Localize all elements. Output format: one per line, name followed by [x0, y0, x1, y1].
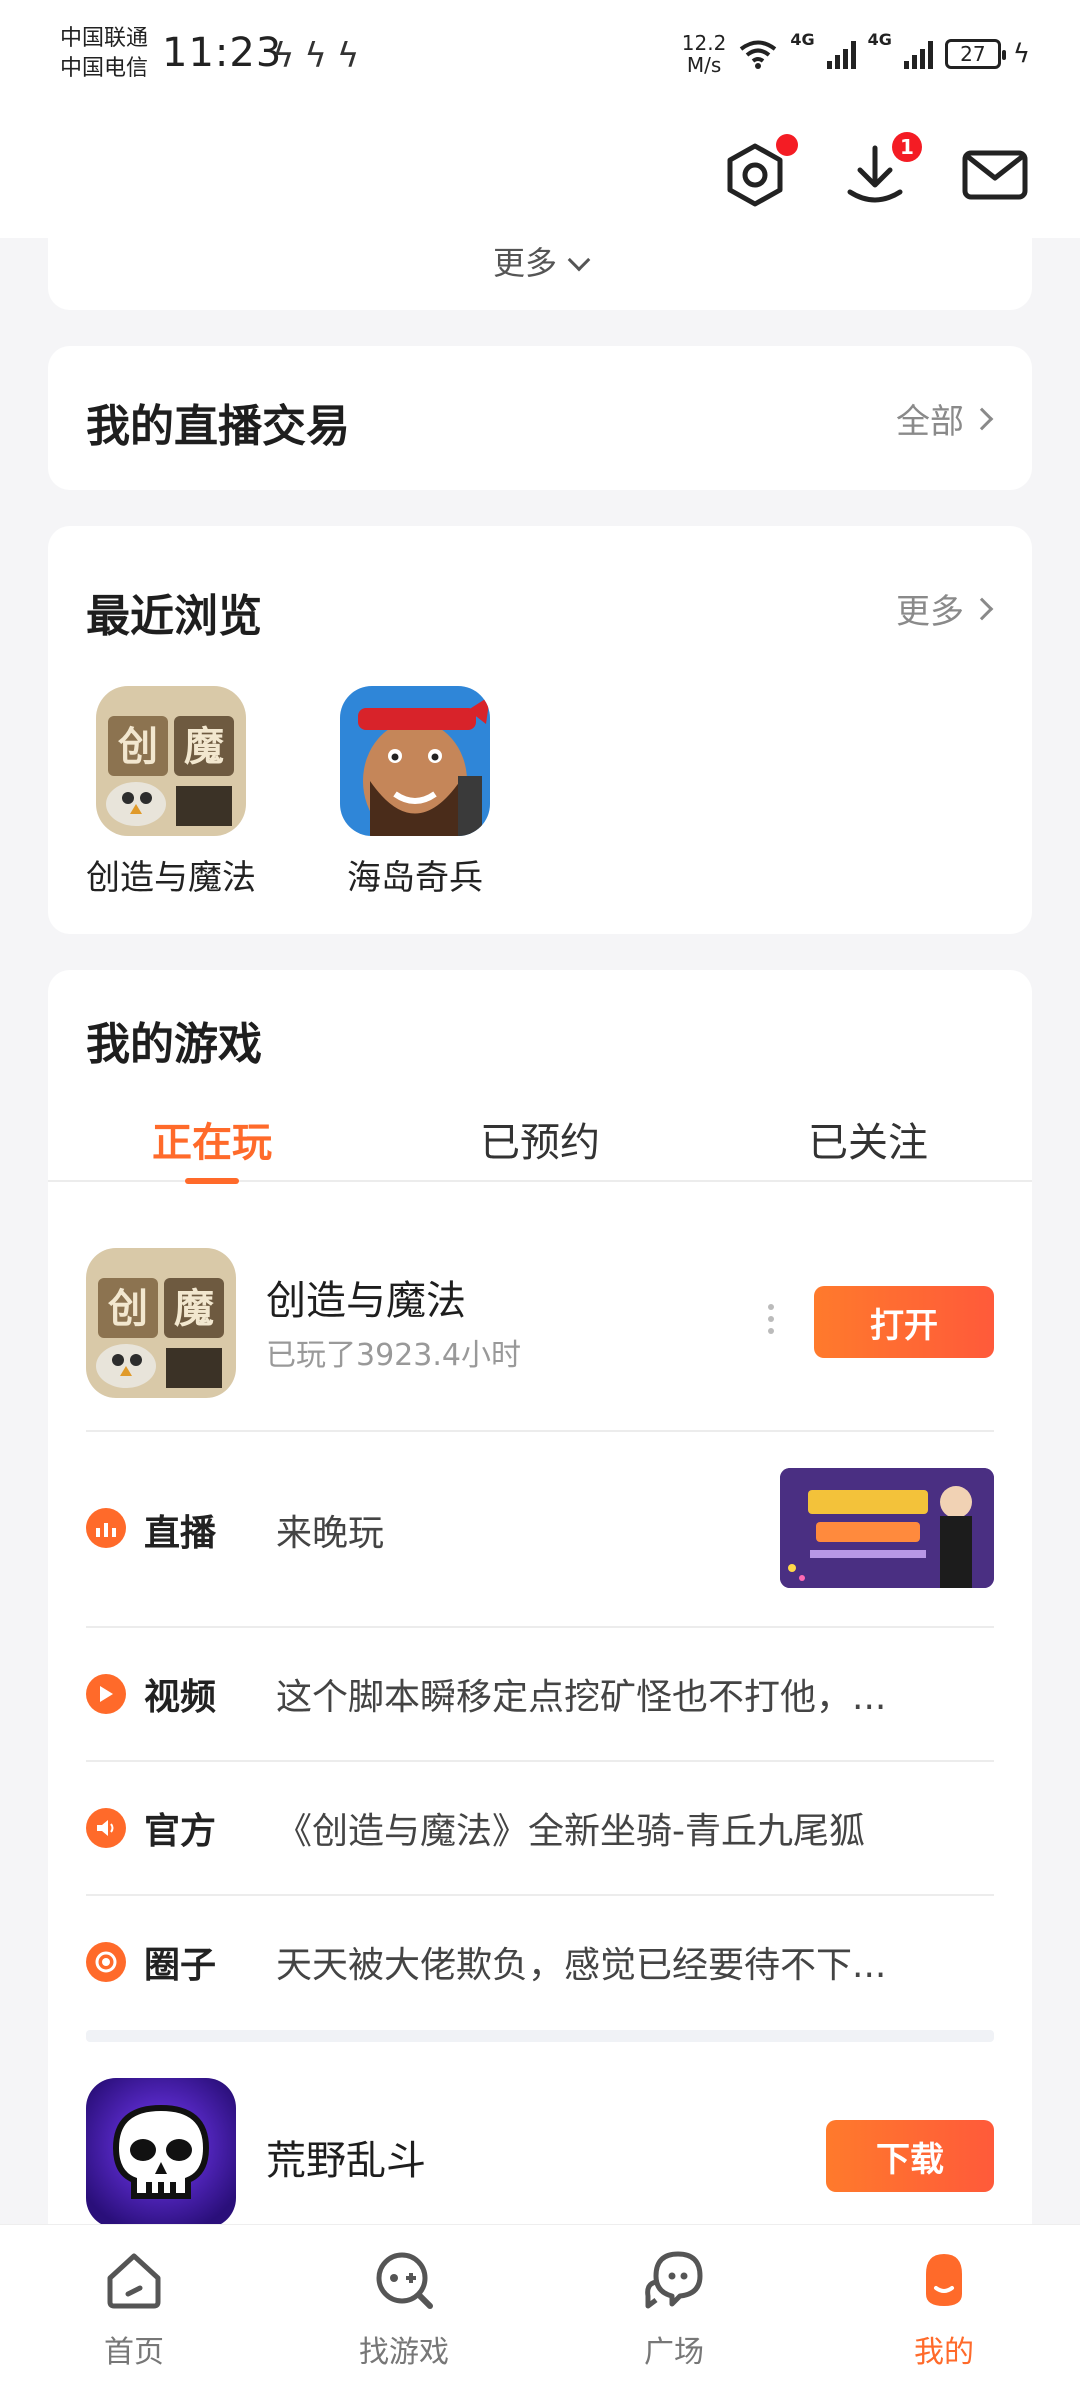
- recent-game-name: 海岛奇兵: [347, 858, 483, 898]
- status-bar: 中国联通 中国电信 11:23 ϟϟϟ 12.2 M/s 4G 4G 27 ϟ: [0, 0, 1080, 110]
- live-trade-all-label: 全部: [896, 402, 964, 442]
- settings-notification-dot: [776, 134, 798, 156]
- recent-game-name: 创造与魔法: [86, 858, 256, 898]
- tab-following[interactable]: 已关注: [704, 1110, 1032, 1168]
- download-game-button[interactable]: 下载: [826, 2120, 994, 2192]
- recent-game-item[interactable]: 创 魔 创造与魔法: [76, 686, 266, 899]
- chevron-right-icon: [970, 597, 994, 620]
- notification-bolt-icons: ϟϟϟ: [272, 36, 370, 76]
- carrier-1: 中国联通: [60, 26, 149, 51]
- feed-label: 圈子: [144, 1945, 217, 1986]
- game-row[interactable]: 荒野乱斗 下载: [86, 2078, 994, 2228]
- my-games-tabs: 正在玩 已预约 已关注: [48, 1110, 1032, 1184]
- feed-item-video[interactable]: 视频 这个脚本瞬移定点挖矿怪也不打他，...: [86, 1626, 994, 1760]
- active-tab-indicator: [185, 1178, 239, 1184]
- my-games-title: 我的游戏: [86, 1019, 262, 1070]
- game-name: 创造与魔法: [266, 1278, 466, 1324]
- status-time: 11:23: [162, 30, 283, 76]
- network-type-2: 4G: [867, 30, 892, 49]
- feed-label: 直播: [144, 1513, 217, 1554]
- settings-button[interactable]: [720, 134, 798, 210]
- speed-unit: M/s: [686, 53, 722, 77]
- feed-text: 天天被大佬欺负，感觉已经要待不下...: [276, 1945, 887, 1986]
- svg-text:魔: 魔: [184, 724, 224, 770]
- nav-home[interactable]: 首页: [34, 2245, 234, 2371]
- nav-label: 找游戏: [359, 2335, 449, 2370]
- network-speed: 12.2 M/s: [682, 32, 727, 76]
- live-trade-title: 我的直播交易: [86, 401, 350, 452]
- download-count-badge: 1: [892, 132, 922, 162]
- live-icon: [86, 1508, 126, 1548]
- tab-playing[interactable]: 正在玩: [48, 1110, 376, 1168]
- more-options-icon[interactable]: [766, 1304, 776, 1334]
- feed-text: 这个脚本瞬移定点挖矿怪也不打他，...: [276, 1677, 887, 1718]
- bottom-navigation: 首页 找游戏 广场 我的: [0, 2224, 1080, 2388]
- speed-value: 12.2: [681, 31, 727, 55]
- nav-label: 广场: [644, 2335, 704, 2370]
- live-trade-all-link[interactable]: 全部: [896, 394, 994, 443]
- play-icon: [86, 1674, 126, 1714]
- nav-label: 我的: [914, 2335, 974, 2370]
- svg-text:创: 创: [108, 1286, 148, 1332]
- my-games-card: 我的游戏 正在玩 已预约 已关注 创 魔 创造与魔法 已玩了3923.4小时 打: [48, 970, 1032, 2260]
- chevron-right-icon: [970, 407, 994, 430]
- nav-find-games[interactable]: 找游戏: [304, 2245, 504, 2371]
- game-icon-brawl-stars: [86, 2078, 236, 2228]
- wifi-icon: [740, 40, 777, 69]
- download-button[interactable]: 1: [840, 132, 922, 210]
- status-right: 12.2 M/s 4G 4G 27 ϟ: [682, 30, 1030, 78]
- chat-bubbles-icon: [639, 2245, 709, 2315]
- expand-more-button[interactable]: 更多: [48, 238, 1032, 284]
- recent-browse-card: 最近浏览 更多 创 魔 创造与魔法 海岛奇兵: [48, 526, 1032, 934]
- charging-icon: ϟ: [1012, 39, 1030, 69]
- expand-more-label: 更多: [492, 244, 557, 282]
- svg-text:魔: 魔: [174, 1286, 214, 1332]
- profile-icon: [909, 2245, 979, 2315]
- recent-title: 最近浏览: [86, 591, 262, 642]
- play-time: 已玩了3923.4小时: [266, 1338, 521, 1373]
- section-divider: [86, 2030, 994, 2042]
- game-name: 荒野乱斗: [266, 2138, 426, 2184]
- carrier-2: 中国电信: [60, 56, 149, 81]
- feed-text: 《创造与魔法》全新坐骑-青丘九尾狐: [276, 1811, 865, 1852]
- nav-label: 首页: [104, 2335, 164, 2370]
- feed-item-circle[interactable]: 圈子 天天被大佬欺负，感觉已经要待不下...: [86, 1894, 994, 2028]
- signal-icon-1: [826, 39, 856, 69]
- nav-profile[interactable]: 我的: [844, 2245, 1044, 2371]
- header-bar: 1: [0, 110, 1080, 238]
- game-row[interactable]: 创 魔 创造与魔法 已玩了3923.4小时 打开: [86, 1248, 994, 1398]
- feed-text: 来晚玩: [276, 1513, 385, 1554]
- speaker-icon: [86, 1808, 126, 1848]
- signal-icon-2: [903, 39, 933, 69]
- collapsed-section-card: 更多: [48, 238, 1032, 310]
- live-thumbnail[interactable]: [780, 1468, 994, 1588]
- recent-game-item[interactable]: 海岛奇兵: [320, 686, 510, 899]
- chevron-down-icon: [567, 248, 591, 272]
- carrier-names: 中国联通 中国电信: [60, 24, 148, 84]
- game-icon-create-magic: 创 魔: [96, 686, 246, 836]
- gamepad-search-icon: [369, 2245, 439, 2315]
- feed-item-official[interactable]: 官方 《创造与魔法》全新坐骑-青丘九尾狐: [86, 1760, 994, 1894]
- circle-icon: [86, 1942, 126, 1982]
- live-trade-card: 我的直播交易 全部: [48, 346, 1032, 490]
- open-game-button[interactable]: 打开: [814, 1286, 994, 1358]
- mail-icon: [962, 150, 1028, 200]
- svg-text:创: 创: [118, 724, 158, 770]
- network-type-1: 4G: [790, 30, 815, 49]
- recent-more-label: 更多: [896, 592, 964, 632]
- battery-icon: 27: [944, 39, 1006, 69]
- messages-button[interactable]: [960, 140, 1030, 210]
- feed-item-live[interactable]: 直播 来晚玩: [86, 1430, 994, 1626]
- recent-more-link[interactable]: 更多: [896, 584, 994, 633]
- battery-level: 27: [960, 42, 986, 66]
- feed-label: 视频: [144, 1677, 217, 1718]
- game-icon-create-magic: 创 魔: [86, 1248, 236, 1398]
- home-icon: [99, 2245, 169, 2315]
- feed-label: 官方: [144, 1811, 217, 1852]
- tab-reserved[interactable]: 已预约: [376, 1110, 704, 1168]
- game-icon-boom-beach: [340, 686, 490, 836]
- nav-plaza[interactable]: 广场: [574, 2245, 774, 2371]
